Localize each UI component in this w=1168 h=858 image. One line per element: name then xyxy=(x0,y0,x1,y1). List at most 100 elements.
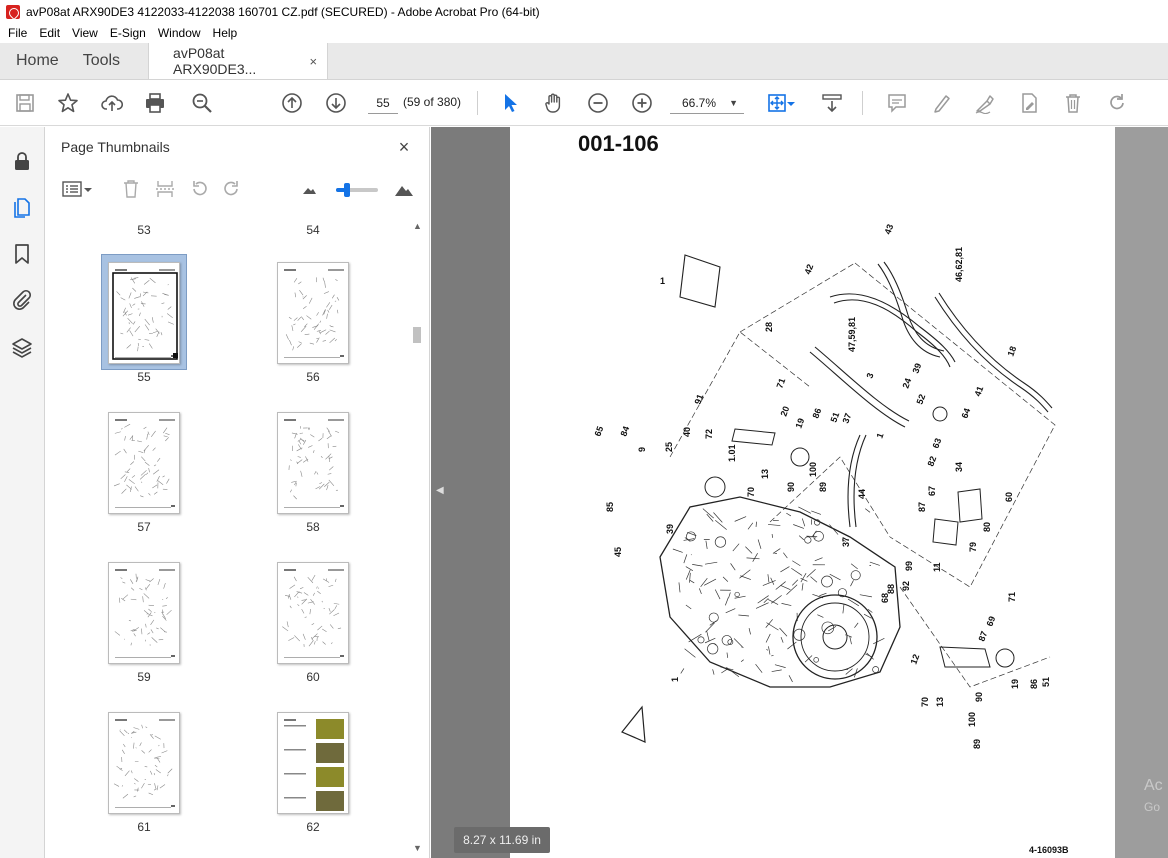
scroll-mode-icon[interactable] xyxy=(819,90,845,116)
engine-detail xyxy=(768,524,781,526)
rotate-left-icon[interactable] xyxy=(187,177,211,201)
thumbnails-panel: Page Thumbnails × 53 54 55 56 57 58 59 6… xyxy=(46,127,430,858)
print-icon[interactable] xyxy=(142,90,168,116)
callout-63: 63 xyxy=(930,437,943,450)
engine-detail xyxy=(763,598,769,604)
thumbnail-page-55[interactable] xyxy=(108,262,180,364)
layers-icon[interactable] xyxy=(10,335,34,359)
slider-handle[interactable] xyxy=(343,183,350,197)
callout-68: 68 xyxy=(880,593,890,603)
toolbar-divider xyxy=(862,91,863,115)
tab-document[interactable]: avP08at ARX90DE3... × xyxy=(148,43,329,79)
callout-70: 70 xyxy=(746,487,756,497)
comment-icon[interactable] xyxy=(884,90,910,116)
page-number-input[interactable] xyxy=(368,92,398,114)
zoom-dropdown[interactable]: 66.7% ▼ xyxy=(670,92,744,114)
extract-pages-icon[interactable] xyxy=(153,177,177,201)
thumbnail-label-53: 53 xyxy=(137,223,151,237)
page-size-badge: 8.27 x 11.69 in xyxy=(454,827,550,853)
delete-icon[interactable] xyxy=(1060,90,1086,116)
thumbnail-page-56[interactable] xyxy=(277,262,349,364)
bookmark-icon[interactable] xyxy=(10,242,34,266)
thumbnail-preview xyxy=(284,269,344,358)
scroll-down-icon[interactable]: ▼ xyxy=(413,843,422,853)
callout-39: 39 xyxy=(665,524,675,534)
save-icon[interactable] xyxy=(12,90,38,116)
callout-100: 100 xyxy=(967,712,977,727)
thumbnail-page-62[interactable] xyxy=(277,712,349,814)
callout-47,59,81: 47,59,81 xyxy=(847,317,857,352)
engine-detail xyxy=(678,582,681,593)
callout-41: 41 xyxy=(972,385,985,398)
sign-icon[interactable] xyxy=(972,90,998,116)
upload-icon[interactable] xyxy=(99,90,125,116)
bracket xyxy=(731,428,776,446)
callout-42: 42 xyxy=(802,263,815,276)
callout-37: 37 xyxy=(841,537,851,547)
callout-11: 11 xyxy=(932,562,942,572)
engine-detail xyxy=(774,664,786,668)
callout-90: 90 xyxy=(974,692,984,702)
collapse-panel-icon[interactable]: ◀ xyxy=(436,485,444,496)
thumbnail-page-58[interactable] xyxy=(277,412,349,514)
tab-close-icon[interactable]: × xyxy=(309,54,317,69)
highlight-icon[interactable] xyxy=(929,90,955,116)
engine-detail xyxy=(850,563,858,570)
page-down-icon[interactable] xyxy=(323,90,349,116)
thumbnail-label-60: 60 xyxy=(306,670,320,684)
tab-home[interactable]: Home xyxy=(0,43,75,79)
hose-line xyxy=(938,292,1053,409)
page-up-icon[interactable] xyxy=(279,90,305,116)
thumbnail-scrollbar[interactable]: ▲ ▼ xyxy=(410,217,424,858)
engine-detail xyxy=(765,633,771,643)
fit-page-chevron-icon[interactable] xyxy=(784,90,798,116)
scroll-up-icon[interactable]: ▲ xyxy=(413,221,422,231)
edit-pdf-icon[interactable] xyxy=(1016,90,1042,116)
thumbnail-size-slider[interactable] xyxy=(336,183,378,197)
close-icon[interactable]: × xyxy=(394,137,414,158)
delete-pages-icon[interactable] xyxy=(119,177,143,201)
engine-detail xyxy=(801,518,806,527)
engine-detail xyxy=(811,510,822,515)
thumbnail-page-57[interactable] xyxy=(108,412,180,514)
callout-69: 69 xyxy=(984,615,997,628)
star-icon[interactable] xyxy=(55,90,81,116)
scroll-thumb[interactable] xyxy=(413,327,421,343)
engine-detail xyxy=(740,575,751,580)
engine-detail xyxy=(772,548,781,554)
thumbnail-preview xyxy=(282,569,344,658)
zoom-in-icon[interactable] xyxy=(629,90,655,116)
large-thumbnails-icon[interactable] xyxy=(392,177,416,201)
menu-esign[interactable]: E-Sign xyxy=(104,26,152,40)
lock-icon[interactable] xyxy=(10,149,34,173)
callout-40: 40 xyxy=(682,427,692,437)
attachment-icon[interactable] xyxy=(10,288,34,312)
thumbnail-label-58: 58 xyxy=(306,520,320,534)
engine-bolt xyxy=(872,666,880,673)
thumbnail-page-59[interactable] xyxy=(108,562,180,664)
callout-18: 18 xyxy=(1005,345,1018,358)
menu-file[interactable]: File xyxy=(2,26,33,40)
pages-icon[interactable] xyxy=(10,195,34,219)
engine-detail xyxy=(755,663,763,673)
engine-detail xyxy=(683,554,688,564)
document-viewport[interactable]: ◀ 1 42 43 46,62,81 28 47,59,81 18 39 41 3 24 52 64 91… xyxy=(431,127,1168,858)
thumbnail-page-61[interactable] xyxy=(108,712,180,814)
toolbar-divider xyxy=(477,91,478,115)
menu-window[interactable]: Window xyxy=(152,26,207,40)
tab-tools[interactable]: Tools xyxy=(75,43,136,79)
small-thumbnails-icon[interactable] xyxy=(297,177,321,201)
menu-help[interactable]: Help xyxy=(207,26,244,40)
engine-detail xyxy=(829,524,839,535)
menu-view[interactable]: View xyxy=(66,26,104,40)
redo-icon[interactable] xyxy=(1104,90,1130,116)
chevron-down-icon[interactable] xyxy=(82,177,94,201)
zoom-search-icon[interactable] xyxy=(189,90,215,116)
thumbnail-page-60[interactable] xyxy=(277,562,349,664)
options-menu-icon[interactable] xyxy=(60,177,84,201)
cursor-icon[interactable] xyxy=(497,90,523,116)
hand-icon[interactable] xyxy=(541,90,567,116)
rotate-right-icon[interactable] xyxy=(220,177,244,201)
zoom-out-icon[interactable] xyxy=(585,90,611,116)
menu-edit[interactable]: Edit xyxy=(33,26,66,40)
